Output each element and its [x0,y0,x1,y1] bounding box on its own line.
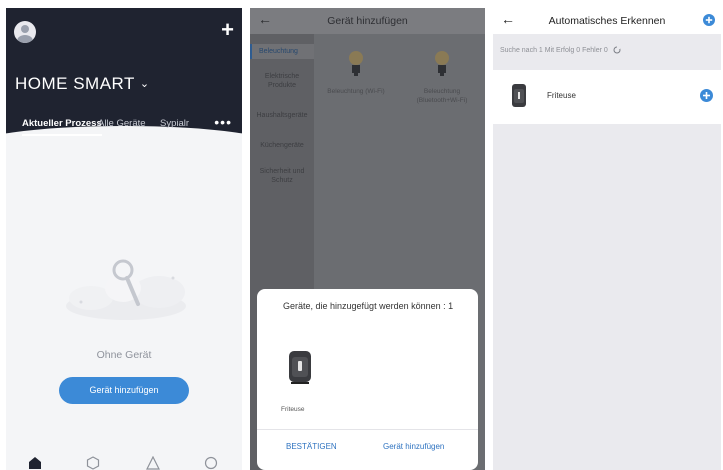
bulb-icon [435,51,449,76]
add-circle-icon[interactable] [700,89,713,102]
category-kitchen[interactable]: Küchengeräte [250,141,314,150]
search-status: Suche nach 1 Mit Erfolg 0 Fehler 0 [500,46,621,54]
profile-icon[interactable] [204,456,218,470]
device-row[interactable]: Friteuse [493,70,721,124]
home-title: HOME SMART [15,74,135,93]
device-name: Friteuse [547,91,576,100]
home-screen: + HOME SMART ⌄ Aktueller Prozess Alle Ger… [6,8,242,470]
category-lighting[interactable]: Beleuchtung [250,44,314,59]
add-device-screen: ← Gerät hinzufügen Beleuchtung Elektrisc… [250,8,485,470]
empty-state-illustration [66,259,186,320]
scene-icon[interactable] [86,456,100,470]
category-electrical[interactable]: Elektrische Produkte [250,72,314,90]
air-fryer-icon [289,351,311,384]
tab-all-devices[interactable]: Alle Geräte [98,118,146,129]
category-household[interactable]: Haushaltsgeräte [250,111,314,120]
add-circle-icon[interactable] [703,14,715,26]
auto-detect-screen: ← Automatisches Erkennen Suche nach 1 Mi… [493,8,721,470]
category-security[interactable]: Sicherheit und Schutz [250,167,314,185]
bottom-navigation [6,452,242,470]
product-card[interactable]: Beleuchtung (Bluetooth+Wi-Fi) [402,49,482,105]
bulb-icon [349,51,363,76]
add-device-button[interactable]: Gerät hinzufügen [59,377,189,404]
avatar[interactable] [14,21,36,43]
page-title: Automatisches Erkennen [548,15,666,27]
dialog-message: Geräte, die hinzugefügt werden können : … [283,301,454,311]
add-icon[interactable]: + [221,17,234,43]
tab-bedroom[interactable]: Sypialr [160,118,189,129]
chevron-down-icon: ⌄ [139,78,150,90]
page-title: Gerät hinzufügen [327,15,408,27]
search-status-text: Suche nach 1 Mit Erfolg 0 Fehler 0 [500,47,608,54]
product-card[interactable]: Beleuchtung (Wi-Fi) [316,49,396,96]
empty-state-text: Ohne Gerät [96,349,152,361]
refresh-icon[interactable] [613,46,621,54]
home-icon[interactable] [28,456,42,470]
devices-found-dialog: Geräte, die hinzugefügt werden können : … [257,289,478,470]
air-fryer-icon [512,84,526,107]
top-bar: ← Gerät hinzufügen [250,8,485,34]
product-label: Beleuchtung (Bluetooth+Wi-Fi) [416,88,468,104]
top-bar: ← Automatisches Erkennen [493,8,721,34]
product-label: Beleuchtung (Wi-Fi) [327,88,385,95]
smart-icon[interactable] [146,456,160,470]
home-header [6,8,242,266]
confirm-button[interactable]: BESTÄTIGEN [286,442,337,451]
add-device-button[interactable]: Gerät hinzufügen [383,442,444,451]
more-icon[interactable]: ••• [214,114,232,130]
device-label: Friteuse [281,406,305,413]
home-selector[interactable]: HOME SMART ⌄ [15,74,150,94]
divider [257,429,478,430]
tab-current-process[interactable]: Aktueller Prozess [22,118,102,136]
